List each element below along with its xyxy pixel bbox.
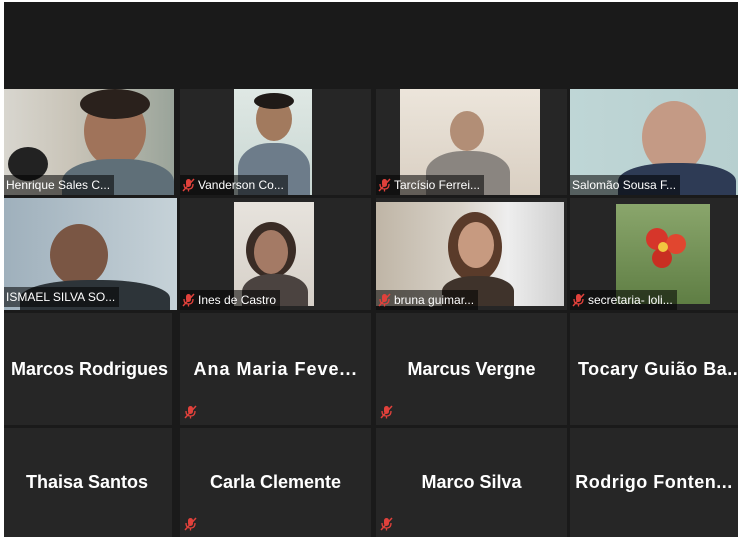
participant-name: Rodrigo Fonten... — [575, 472, 733, 492]
video-tile[interactable]: Henrique Sales C... — [4, 89, 174, 195]
participant-name-label: Henrique Sales C... — [4, 175, 115, 195]
participant-name-label: Vanderson Co... — [180, 175, 288, 195]
participant-name: Tocary Guião Ba... — [578, 358, 738, 379]
name-tile[interactable]: Carla Clemente — [180, 428, 371, 537]
mic-muted-icon — [380, 517, 393, 531]
video-tile[interactable]: Salomão Sousa F... — [570, 89, 738, 195]
video-tile[interactable]: secretaria- loli... — [570, 198, 738, 310]
participant-video — [616, 204, 710, 304]
name-tile[interactable]: Marco Silva — [376, 428, 567, 537]
meeting-gallery-view: Henrique Sales C... Vanderson Co... Tarc… — [4, 2, 738, 537]
mic-muted-icon — [378, 293, 391, 307]
top-bar — [4, 2, 738, 88]
video-tile[interactable]: Vanderson Co... — [180, 89, 371, 195]
name-tile[interactable]: Rodrigo Fonten... — [570, 428, 738, 537]
name-tile[interactable]: Ana Maria Feve... — [180, 313, 371, 425]
mic-muted-icon — [182, 293, 195, 307]
video-tile[interactable]: bruna guimar... — [376, 198, 567, 310]
mic-muted-icon — [380, 405, 393, 419]
mic-muted-icon — [378, 178, 391, 192]
participant-name: Marco Silva — [421, 472, 522, 492]
mic-muted-icon — [184, 405, 197, 419]
participant-name: Thaisa Santos — [25, 472, 149, 492]
participant-name-label: Ines de Castro — [180, 290, 281, 310]
video-tile[interactable]: Ines de Castro — [180, 198, 371, 310]
participant-name-label: bruna guimar... — [376, 290, 479, 310]
participant-name-label: Salomão Sousa F... — [570, 175, 681, 195]
name-tile[interactable]: Marcos Rodrigues — [4, 313, 172, 425]
participant-name-label: secretaria- loli... — [570, 290, 677, 310]
mic-muted-icon — [182, 178, 195, 192]
mic-muted-icon — [572, 293, 585, 307]
name-tile[interactable]: Thaisa Santos — [4, 428, 172, 537]
participant-name: Ana Maria Feve... — [193, 358, 358, 379]
video-tile-active-speaker[interactable]: ISMAEL SILVA SO... — [4, 198, 177, 310]
participant-name-label: Tarcísio Ferrei... — [376, 175, 485, 195]
participant-name: Marcus Vergne — [407, 358, 536, 379]
name-tile[interactable]: Marcus Vergne — [376, 313, 567, 425]
participant-name-label: ISMAEL SILVA SO... — [4, 287, 120, 307]
participant-name: Carla Clemente — [209, 472, 342, 492]
name-tile[interactable]: Tocary Guião Ba... — [570, 313, 738, 425]
participant-name: Marcos Rodrigues — [10, 358, 168, 379]
video-tile[interactable]: Tarcísio Ferrei... — [376, 89, 567, 195]
mic-muted-icon — [184, 517, 197, 531]
